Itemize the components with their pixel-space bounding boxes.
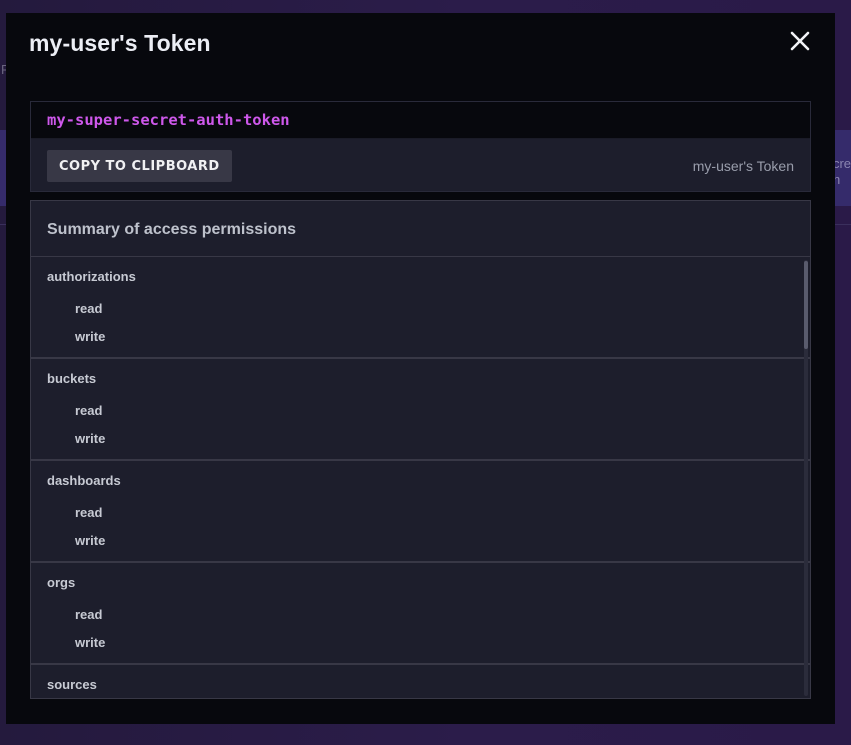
permissions-list[interactable]: authorizations read write buckets read w…: [31, 257, 810, 698]
permissions-panel: Summary of access permissions authorizat…: [30, 200, 811, 699]
permission-action-read: read: [75, 301, 103, 316]
token-value[interactable]: my-super-secret-auth-token: [47, 111, 290, 129]
permission-resource: sources: [47, 677, 97, 692]
permission-action-write: write: [75, 533, 106, 548]
token-value-box: my-super-secret-auth-token: [31, 102, 810, 139]
permission-action-write: write: [75, 635, 106, 650]
permission-action-write: write: [75, 329, 106, 344]
permission-group-dashboards: dashboards read write: [31, 461, 810, 563]
modal-title: my-user's Token: [29, 30, 211, 56]
permission-group-orgs: orgs read write: [31, 563, 810, 665]
permission-group-sources: sources: [31, 665, 810, 698]
token-overlay: my-user's Token my-super-secret-auth-tok…: [6, 13, 835, 724]
token-card: my-super-secret-auth-token COPY TO CLIPB…: [30, 101, 811, 192]
permission-group-buckets: buckets read write: [31, 359, 810, 461]
permissions-header-title: Summary of access permissions: [47, 221, 297, 238]
permission-group-authorizations: authorizations read write: [31, 257, 810, 359]
copy-to-clipboard-button[interactable]: COPY TO CLIPBOARD: [47, 150, 232, 182]
permission-resource: orgs: [47, 575, 76, 590]
background-text-fragment-right: cre h: [832, 156, 851, 187]
close-button[interactable]: [787, 28, 813, 54]
permission-action-read: read: [75, 403, 103, 418]
permission-resource: authorizations: [47, 269, 136, 284]
token-description: my-user's Token: [692, 158, 794, 174]
permission-resource: buckets: [47, 371, 97, 386]
permission-action-write: write: [75, 431, 106, 446]
permission-action-read: read: [75, 505, 103, 520]
permission-action-read: read: [75, 607, 103, 622]
permissions-header: Summary of access permissions: [31, 201, 810, 257]
scrollbar-thumb[interactable]: [804, 261, 808, 349]
close-icon: [790, 31, 810, 51]
permission-resource: dashboards: [47, 473, 121, 488]
